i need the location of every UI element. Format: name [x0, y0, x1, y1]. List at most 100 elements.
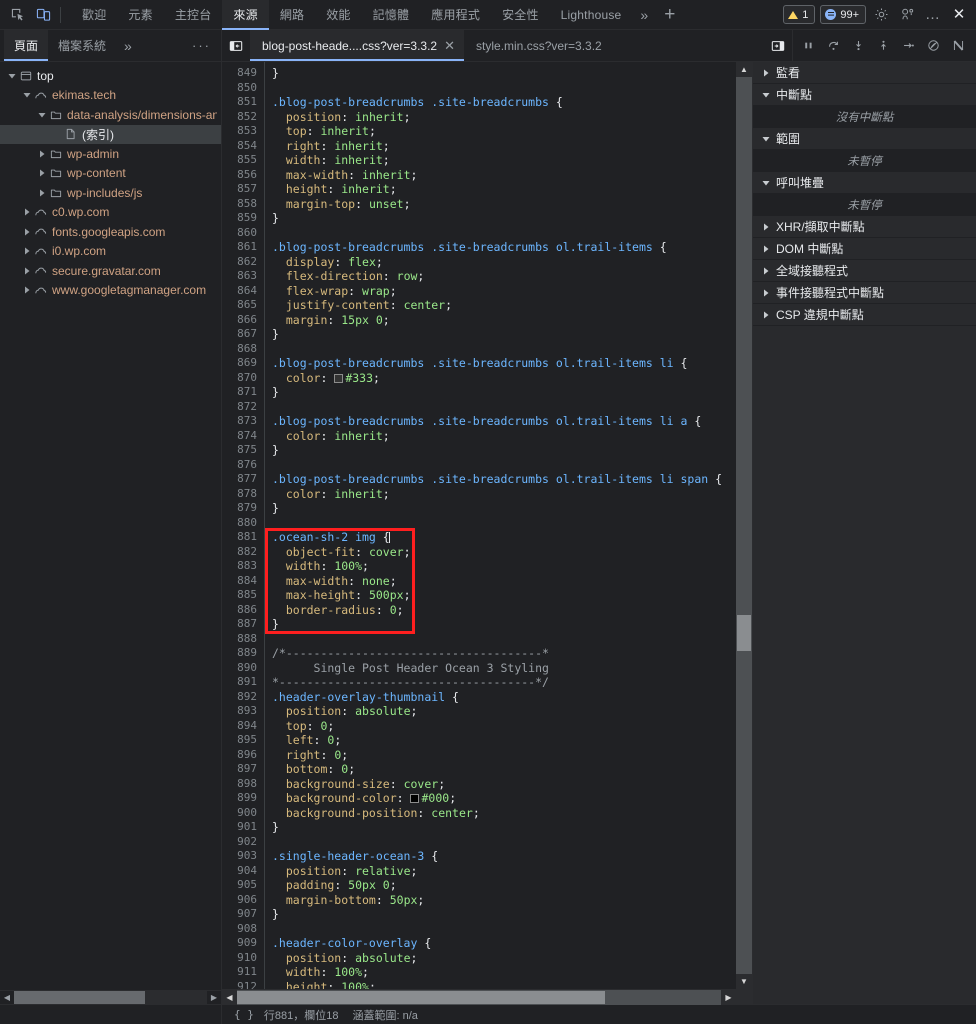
- code-line[interactable]: .blog-post-breadcrumbs .site-breadcrumbs…: [265, 356, 752, 371]
- code-line[interactable]: display: flex;: [265, 255, 752, 270]
- line-number[interactable]: 907: [222, 907, 264, 922]
- editor-horizontal-scrollbar[interactable]: ◀ ▶: [222, 989, 752, 1005]
- navtab-page[interactable]: 頁面: [4, 30, 49, 61]
- line-number[interactable]: 912: [222, 980, 264, 990]
- line-number[interactable]: 872: [222, 400, 264, 415]
- tree-item-www-googletagmanager-com[interactable]: www.googletagmanager.com: [0, 281, 221, 301]
- line-number[interactable]: 900: [222, 806, 264, 821]
- twisty-collapsed-icon[interactable]: [36, 189, 47, 197]
- color-swatch-icon[interactable]: [410, 794, 420, 803]
- code-line[interactable]: .blog-post-breadcrumbs .site-breadcrumbs…: [265, 472, 752, 487]
- tab-performance[interactable]: 效能: [315, 0, 361, 30]
- line-number[interactable]: 880: [222, 516, 264, 531]
- code-line[interactable]: .blog-post-breadcrumbs .site-breadcrumbs…: [265, 95, 752, 110]
- editor-tab-style-min[interactable]: style.min.css?ver=3.3.2: [464, 30, 611, 61]
- line-number[interactable]: 906: [222, 893, 264, 908]
- code-line[interactable]: flex-wrap: wrap;: [265, 284, 752, 299]
- line-number[interactable]: 862: [222, 255, 264, 270]
- line-number[interactable]: 898: [222, 777, 264, 792]
- code-line[interactable]: position: relative;: [265, 864, 752, 879]
- line-number[interactable]: 850: [222, 81, 264, 96]
- code-line[interactable]: .header-color-overlay {: [265, 936, 752, 951]
- line-number[interactable]: 877: [222, 472, 264, 487]
- code-line[interactable]: top: inherit;: [265, 124, 752, 139]
- line-number[interactable]: 881: [222, 530, 264, 545]
- tree-item-[interactable]: (索引): [0, 124, 221, 144]
- code-line[interactable]: *-------------------------------------*/: [265, 675, 752, 690]
- device-toolbar-icon[interactable]: [30, 2, 56, 28]
- tree-item-ekimas-tech[interactable]: ekimas.tech: [0, 86, 221, 106]
- line-number[interactable]: 869: [222, 356, 264, 371]
- line-number[interactable]: 857: [222, 182, 264, 197]
- line-number[interactable]: 902: [222, 835, 264, 850]
- line-number[interactable]: 851: [222, 95, 264, 110]
- inspect-element-icon[interactable]: [4, 2, 30, 28]
- navigator-horizontal-scrollbar[interactable]: ◀ ▶: [0, 990, 221, 1004]
- code-line[interactable]: }: [265, 820, 752, 835]
- pretty-print-button[interactable]: { }: [222, 1008, 264, 1021]
- code-line[interactable]: }: [265, 385, 752, 400]
- line-number[interactable]: 866: [222, 313, 264, 328]
- line-number[interactable]: 861: [222, 240, 264, 255]
- line-number[interactable]: 894: [222, 719, 264, 734]
- code-line[interactable]: Single Post Header Ocean 3 Styling: [265, 661, 752, 676]
- code-line[interactable]: }: [265, 443, 752, 458]
- scroll-thumb[interactable]: [237, 990, 605, 1004]
- line-number[interactable]: 855: [222, 153, 264, 168]
- twisty-collapsed-icon[interactable]: [21, 267, 32, 275]
- tree-item-top[interactable]: top: [0, 66, 221, 86]
- line-number[interactable]: 897: [222, 762, 264, 777]
- line-number[interactable]: 899: [222, 791, 264, 806]
- debugger-section-2[interactable]: 範圍: [753, 128, 976, 150]
- code-line[interactable]: /*-------------------------------------*: [265, 646, 752, 661]
- message-badge[interactable]: 99+: [820, 5, 866, 24]
- code-content[interactable]: } .blog-post-breadcrumbs .site-breadcrum…: [265, 62, 752, 989]
- tab-security[interactable]: 安全性: [491, 0, 550, 30]
- line-number[interactable]: 909: [222, 936, 264, 951]
- code-line[interactable]: }: [265, 501, 752, 516]
- line-number[interactable]: 871: [222, 385, 264, 400]
- scroll-left-arrow-icon[interactable]: ◀: [0, 991, 14, 1005]
- step-button[interactable]: [897, 33, 920, 59]
- line-number[interactable]: 863: [222, 269, 264, 284]
- line-number[interactable]: 864: [222, 284, 264, 299]
- more-tabs-chevron-icon[interactable]: »: [632, 7, 656, 23]
- line-number[interactable]: 854: [222, 139, 264, 154]
- pause-on-exceptions-button[interactable]: [947, 33, 970, 59]
- gear-icon[interactable]: [868, 2, 894, 28]
- line-number[interactable]: 875: [222, 443, 264, 458]
- code-line[interactable]: }: [265, 617, 752, 632]
- scroll-up-arrow-icon[interactable]: ▲: [736, 62, 752, 77]
- line-number[interactable]: 873: [222, 414, 264, 429]
- code-line[interactable]: [265, 922, 752, 937]
- tree-item-secure-gravatar-com[interactable]: secure.gravatar.com: [0, 261, 221, 281]
- line-number[interactable]: 893: [222, 704, 264, 719]
- code-line[interactable]: .single-header-ocean-3 {: [265, 849, 752, 864]
- code-line[interactable]: height: 100%;: [265, 980, 752, 990]
- code-line[interactable]: [265, 458, 752, 473]
- code-line[interactable]: max-width: none;: [265, 574, 752, 589]
- scroll-track[interactable]: [237, 989, 721, 1005]
- line-number[interactable]: 910: [222, 951, 264, 966]
- debugger-section-3[interactable]: 呼叫堆疊: [753, 172, 976, 194]
- line-number[interactable]: 852: [222, 110, 264, 125]
- color-swatch-icon[interactable]: [334, 373, 344, 383]
- code-line[interactable]: bottom: 0;: [265, 762, 752, 777]
- code-line[interactable]: [265, 342, 752, 357]
- line-number[interactable]: 901: [222, 820, 264, 835]
- line-number[interactable]: 885: [222, 588, 264, 603]
- code-line[interactable]: max-height: 500px;: [265, 588, 752, 603]
- scroll-thumb[interactable]: [737, 615, 751, 652]
- scroll-left-arrow-icon[interactable]: ◀: [222, 990, 237, 1005]
- navigator-menu-icon[interactable]: ···: [182, 38, 221, 53]
- code-line[interactable]: justify-content: center;: [265, 298, 752, 313]
- code-line[interactable]: [265, 835, 752, 850]
- twisty-collapsed-icon[interactable]: [21, 208, 32, 216]
- code-line[interactable]: border-radius: 0;: [265, 603, 752, 618]
- twisty-collapsed-icon[interactable]: [21, 247, 32, 255]
- line-number[interactable]: 868: [222, 342, 264, 357]
- line-number[interactable]: 858: [222, 197, 264, 212]
- twisty-collapsed-icon[interactable]: [36, 169, 47, 177]
- line-number[interactable]: 888: [222, 632, 264, 647]
- line-number[interactable]: 908: [222, 922, 264, 937]
